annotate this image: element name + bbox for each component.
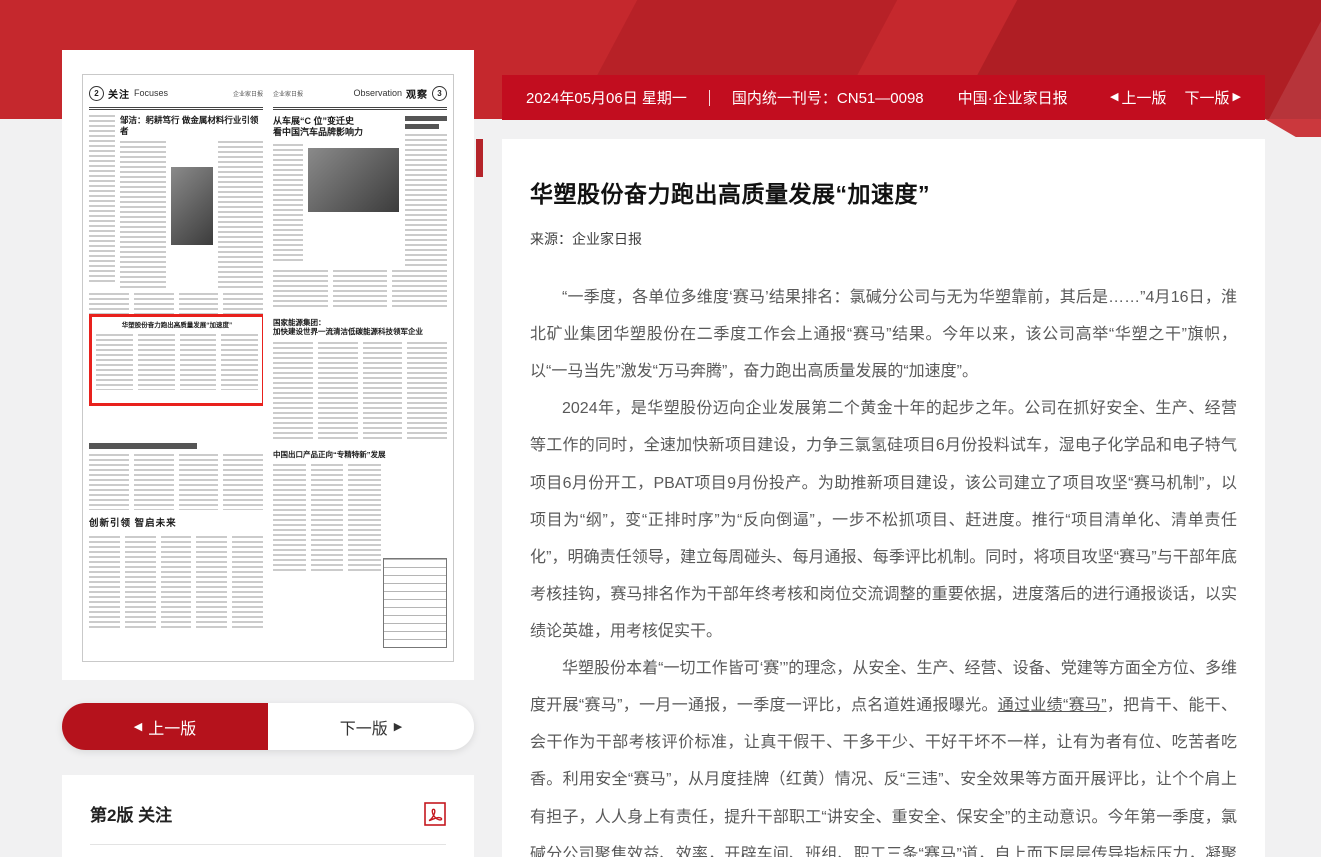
article-paragraph: 华塑股份本着“一切工作皆可‘赛’”的理念，从安全、生产、经营、设备、党建等方面全… (530, 650, 1237, 857)
text-column (273, 270, 328, 310)
text-column (232, 536, 263, 628)
text-column (311, 464, 344, 574)
text-column (125, 536, 156, 628)
paper-name: 中国·企业家日报 (958, 87, 1068, 108)
text-column (179, 454, 219, 510)
article-title: 华塑股份奋力跑出高质量发展“加速度” (530, 175, 1237, 209)
thumbnail-headline: 邹洁：躬耕笃行 做金属材料行业引领者 (120, 115, 263, 136)
thumbnail-right-page: 企业家日报 Observation 观察 3 从车展“C 位”变迁史 看中国汽车… (273, 82, 447, 654)
page-number-badge: 2 (89, 86, 104, 101)
small-headline-bar (89, 443, 197, 449)
prev-arrow-icon: ◀ (1110, 92, 1118, 103)
text-column (273, 464, 306, 574)
article-link[interactable]: 通过业绩“赛马” (998, 697, 1107, 714)
chart-image (383, 558, 447, 648)
text-column (134, 454, 174, 510)
next-page-button[interactable]: 下一版 ▶ (268, 703, 474, 750)
highlighted-article-headline: 华塑股份奋力跑出高质量发展“加速度” (96, 322, 258, 330)
text-column (348, 464, 381, 574)
text-column (273, 342, 313, 442)
prev-page-button[interactable]: ◀ 上一版 (62, 703, 268, 750)
thumbnail-right-header: 企业家日报 Observation 观察 3 (273, 82, 447, 110)
text-column (407, 342, 447, 442)
thumbnail-headline: 中国出口产品正向“专精特新”发展 (273, 450, 447, 459)
text-column (221, 334, 258, 390)
text-column (96, 334, 133, 390)
text-column (180, 334, 217, 390)
article-paragraph: “一季度，各单位多维度‘赛马’结果排名：氯碱分公司与无为华塑靠前，其后是……”4… (530, 279, 1237, 390)
thumbnail-left-page: 2 关注 Focuses 企业家日报 邹洁：躬耕笃行 做金属材料行业引领者 (89, 82, 263, 654)
masthead-text: 企业家日报 (273, 89, 303, 98)
article-body: “一季度，各单位多维度‘赛马’结果排名：氯碱分公司与无为华塑靠前，其后是……”4… (530, 279, 1237, 857)
text-column (138, 334, 175, 390)
article-paragraph: 2024年，是华塑股份迈向企业发展第二个黄金十年的起步之年。公司在抓好安全、生产… (530, 390, 1237, 650)
text-column (196, 536, 227, 628)
thumbnail-headline: 从车展“C 位”变迁史 (273, 116, 399, 127)
thumbnail-headline: 创新引领 智启未来 (89, 518, 263, 530)
divider (709, 90, 710, 106)
text-column (218, 141, 264, 289)
page: 2024年05月06日 星期一 国内统一刊号：CN51—0098 中国·企业家日… (0, 0, 1321, 857)
next-arrow-icon: ▶ (1233, 92, 1241, 103)
text-column (318, 342, 358, 442)
text-column (223, 454, 263, 510)
article-card: 华塑股份奋力跑出高质量发展“加速度” 来源：企业家日报 “一季度，各单位多维度‘… (502, 139, 1265, 857)
text-column (120, 141, 166, 289)
text-column (333, 270, 388, 310)
page-thumbnail[interactable]: 2 关注 Focuses 企业家日报 邹洁：躬耕笃行 做金属材料行业引领者 (82, 74, 454, 662)
pdf-icon[interactable] (424, 802, 446, 826)
issue-number: 国内统一刊号：CN51—0098 (732, 87, 924, 108)
next-arrow-icon: ▶ (394, 720, 402, 733)
top-info-bar: 2024年05月06日 星期一 国内统一刊号：CN51—0098 中国·企业家日… (502, 75, 1265, 120)
car-show-photo (308, 148, 399, 212)
prev-page-link[interactable]: ◀上一版 (1110, 87, 1166, 108)
thumbnail-left-header: 2 关注 Focuses 企业家日报 (89, 82, 263, 110)
prev-arrow-icon: ◀ (134, 720, 142, 733)
page-preview-card: 2 关注 Focuses 企业家日报 邹洁：躬耕笃行 做金属材料行业引领者 (62, 50, 474, 680)
next-page-link[interactable]: 下一版▶ (1185, 87, 1241, 108)
divider (90, 844, 446, 845)
section-card: 第2版 关注 (62, 775, 474, 857)
thumbnail-headline: 加快建设世界一流清洁低碳能源科技领军企业 (273, 327, 447, 336)
date-text: 2024年05月06日 星期一 (526, 87, 687, 108)
thumbnail-headline: 国家能源集团： (273, 318, 447, 327)
text-column (405, 134, 447, 266)
text-column (89, 536, 120, 628)
text-column (392, 270, 447, 310)
page-number-badge: 3 (432, 86, 447, 101)
small-headline-bar (405, 116, 447, 121)
thumbnail-headline: 看中国汽车品牌影响力 (273, 127, 399, 138)
article-source: 来源：企业家日报 (530, 229, 1237, 249)
article-highlight-box[interactable]: 华塑股份奋力跑出高质量发展“加速度” (89, 314, 263, 406)
masthead-text: 企业家日报 (233, 89, 263, 98)
text-column (273, 144, 303, 264)
small-headline-bar (405, 124, 439, 129)
page-pager: ◀ 上一版 下一版 ▶ (62, 703, 474, 750)
text-column (363, 342, 403, 442)
text-column (89, 454, 129, 510)
text-column (161, 536, 192, 628)
portrait-photo (171, 167, 213, 245)
section-title: 第2版 关注 (90, 801, 172, 826)
scroll-indicator[interactable] (476, 139, 483, 177)
text-column (89, 115, 115, 285)
hero-corner-accent (1265, 119, 1321, 137)
